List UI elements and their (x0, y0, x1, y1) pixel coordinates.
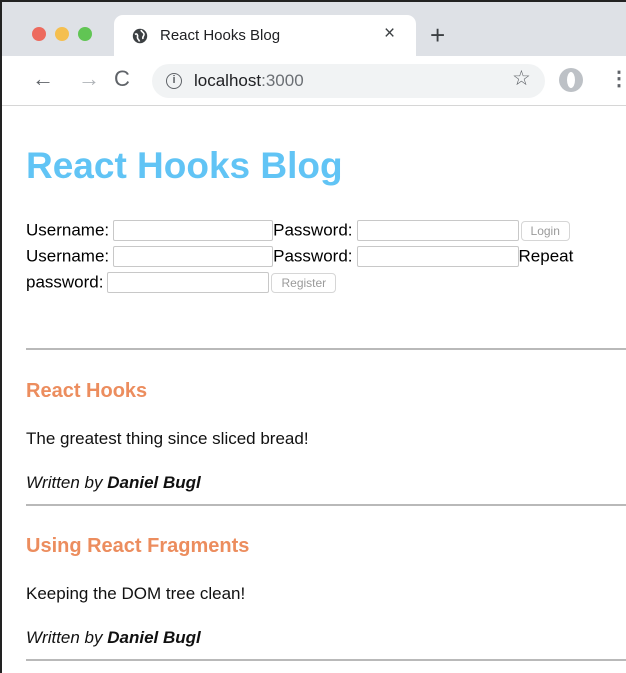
divider (26, 348, 626, 350)
back-icon[interactable]: ← (32, 67, 54, 91)
register-form: Username: Password: Repeat (26, 245, 573, 268)
register-username-input[interactable] (113, 246, 274, 268)
bookmark-star-icon[interactable]: ☆ (512, 68, 531, 90)
browser-window: React Hooks Blog × + ← → C i localhost:3… (0, 0, 626, 673)
post-author-line: Written by Daniel Bugl (26, 628, 201, 648)
post-title: Using React Fragments (26, 535, 250, 557)
new-tab-button[interactable]: + (430, 22, 445, 48)
tab-strip: React Hooks Blog × + (2, 2, 626, 56)
maximize-window-button[interactable] (78, 27, 92, 41)
info-icon[interactable]: i (166, 73, 182, 89)
register-repeat-label: Repeat (518, 246, 574, 266)
register-button[interactable]: Register (271, 272, 337, 293)
register-repeat-input[interactable] (107, 272, 270, 294)
close-window-button[interactable] (32, 27, 46, 41)
post-title: React Hooks (26, 380, 148, 402)
register-form-row2: password: Register (26, 271, 337, 294)
globe-icon (132, 28, 148, 44)
written-by-label: Written by (26, 628, 108, 647)
written-by-label: Written by (26, 473, 108, 492)
url-text[interactable]: localhost:3000 (194, 71, 304, 91)
tab-close-icon[interactable]: × (384, 24, 395, 44)
menu-icon[interactable]: ⋮ (609, 68, 626, 90)
login-password-label: Password: (273, 220, 353, 240)
login-button[interactable]: Login (520, 220, 570, 241)
register-username-label: Username: (26, 246, 110, 266)
divider (26, 659, 626, 661)
post-content: The greatest thing since sliced bread! (26, 429, 309, 448)
forward-icon[interactable]: → (78, 67, 100, 91)
url-port: :3000 (261, 71, 304, 90)
page-title: React Hooks Blog (26, 145, 343, 186)
register-repeat-label-cont: password: (26, 272, 104, 292)
login-username-input[interactable] (113, 220, 274, 242)
login-form: Username: Password: Login (26, 219, 570, 242)
login-password-input[interactable] (356, 220, 519, 242)
register-password-input[interactable] (356, 246, 519, 268)
minimize-window-button[interactable] (55, 27, 69, 41)
address-bar[interactable]: i localhost:3000 (152, 64, 545, 98)
page-content: React Hooks Blog Username: Password: Login… (2, 107, 626, 673)
post-author-line: Written by Daniel Bugl (26, 473, 201, 493)
profile-icon[interactable] (559, 68, 583, 92)
tab-title: React Hooks Blog (160, 27, 281, 44)
post-author: Daniel Bugl (107, 473, 201, 492)
divider (26, 504, 626, 506)
reload-icon[interactable]: C (114, 67, 130, 91)
tab-react-hooks-blog[interactable]: React Hooks Blog × (114, 15, 416, 56)
register-password-label: Password: (273, 246, 353, 266)
post-content: Keeping the DOM tree clean! (26, 584, 246, 603)
post-author: Daniel Bugl (107, 628, 201, 647)
login-username-label: Username: (26, 220, 110, 240)
browser-toolbar: ← → C i localhost:3000 ☆ ⋮ (2, 56, 626, 106)
url-host: localhost (194, 71, 262, 90)
